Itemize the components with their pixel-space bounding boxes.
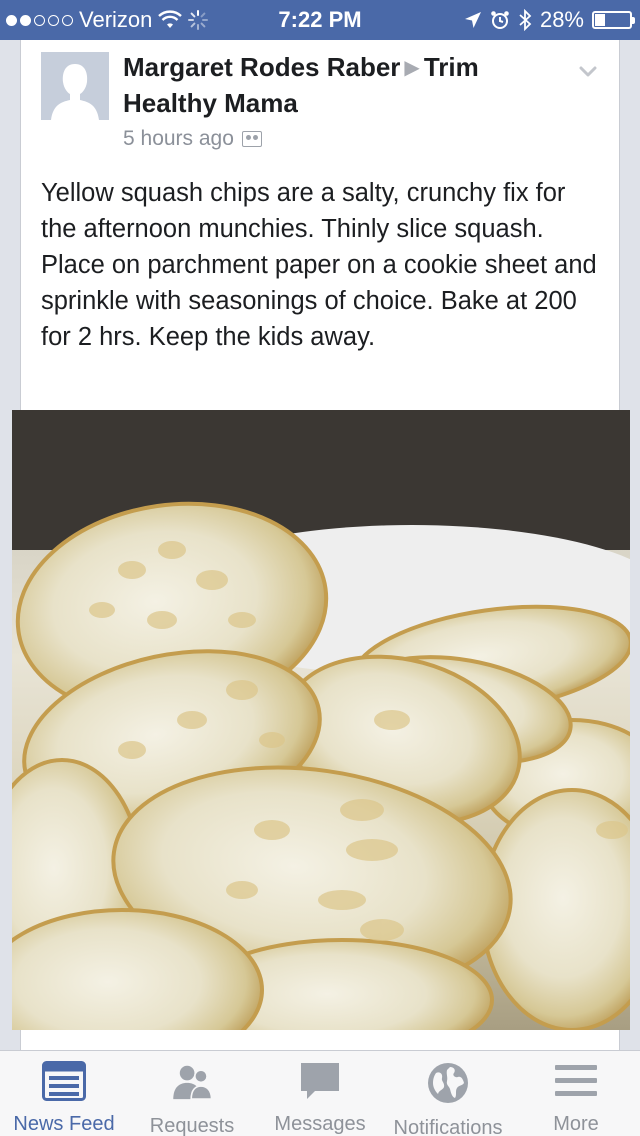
post-header: Margaret Rodes Raber ▶ Trim Healthy Mama 5… (123, 50, 563, 151)
tab-label: Messages (274, 1113, 366, 1135)
location-arrow-icon (464, 12, 481, 28)
post-timestamp[interactable]: 5 hours ago (123, 127, 234, 151)
news-feed-icon (42, 1061, 86, 1101)
tab-bar: News Feed Requests Messages Notification… (0, 1050, 640, 1136)
tab-label: News Feed (13, 1113, 115, 1135)
author-line: Margaret Rodes Raber ▶ Trim Healthy Mama (123, 50, 563, 121)
post-meta: 5 hours ago (123, 127, 563, 151)
post-card: Margaret Rodes Raber ▶ Trim Healthy Mama 5… (12, 40, 630, 1050)
post-photo[interactable] (12, 410, 630, 1030)
shared-to-arrow-icon: ▶ (404, 57, 420, 79)
battery-level-fill (595, 14, 605, 26)
squash-chips-photo (12, 410, 630, 1030)
chevron-down-icon[interactable] (579, 62, 597, 80)
tab-more[interactable]: More (512, 1051, 640, 1136)
status-right: 28% (464, 0, 635, 40)
messages-icon (298, 1061, 342, 1101)
alarm-clock-icon (491, 11, 509, 29)
bluetooth-icon (519, 9, 532, 31)
status-bar: Verizon 7:22 PM 28% (0, 0, 640, 40)
more-icon (554, 1061, 598, 1101)
tab-messages[interactable]: Messages (256, 1051, 384, 1136)
avatar[interactable] (41, 52, 109, 120)
audience-group-icon (241, 131, 262, 147)
default-profile-icon (41, 52, 109, 120)
battery-percent: 28% (539, 7, 584, 32)
author-name[interactable]: Margaret Rodes Raber (123, 52, 400, 82)
tab-label: Requests (149, 1115, 235, 1136)
requests-icon (170, 1061, 214, 1103)
tab-label: More (553, 1113, 599, 1135)
tab-notifications[interactable]: Notifications (384, 1051, 512, 1136)
tab-news-feed[interactable]: News Feed (0, 1051, 128, 1136)
notifications-icon (426, 1061, 470, 1105)
tab-label: Notifications (393, 1117, 503, 1136)
battery-icon (592, 11, 635, 29)
tab-requests[interactable]: Requests (128, 1051, 256, 1136)
post-text: Yellow squash chips are a salty, crunchy… (41, 179, 597, 351)
